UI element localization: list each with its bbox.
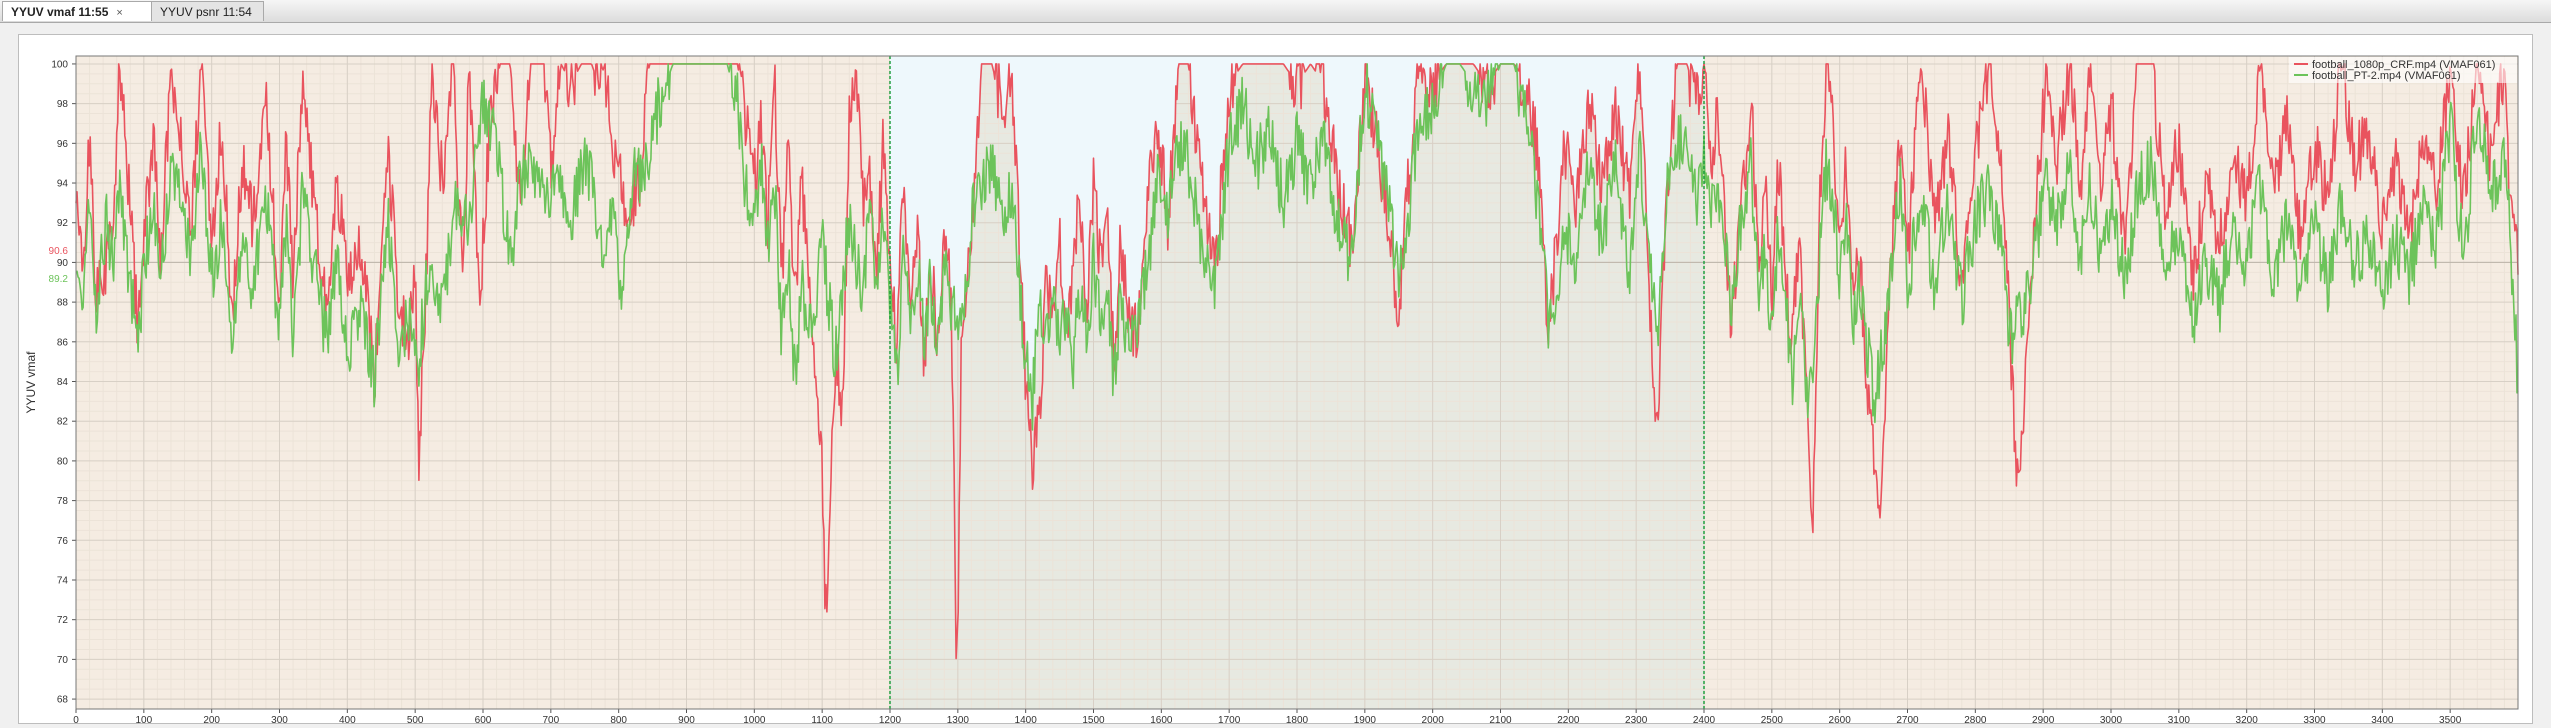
- y-tick-label: 82: [57, 417, 69, 428]
- x-tick-label: 1300: [947, 715, 970, 723]
- x-tick-label: 300: [271, 715, 288, 723]
- vmaf-chart[interactable]: 0 100 200 300 400 500 600 700 800 900 1000 1100 1200…: [19, 35, 2532, 726]
- x-tick-label: 1700: [1218, 715, 1241, 723]
- y-tick-label: 90: [57, 258, 69, 269]
- y-tick-label: 98: [57, 99, 69, 110]
- y-tick-label: 100: [51, 59, 68, 70]
- y-tick-label: 94: [57, 179, 69, 190]
- x-tick-label: 1400: [1015, 715, 1038, 723]
- y-tick-label: 86: [57, 337, 69, 348]
- x-tick-label: 800: [610, 715, 627, 723]
- x-tick-label: 500: [407, 715, 424, 723]
- x-tick-label: 3400: [2371, 715, 2394, 723]
- x-tick-label: 3000: [2100, 715, 2123, 723]
- y-tick-label: 96: [57, 139, 69, 150]
- x-tick-label: 3500: [2439, 715, 2462, 723]
- tab-yyuv-vmaf-label: YYUV vmaf 11:55: [11, 5, 109, 19]
- x-tick-label: 200: [203, 715, 220, 723]
- x-tick-label: 2800: [1964, 715, 1987, 723]
- legend-entry: football_PT-2.mp4 (VMAF061): [2312, 70, 2461, 82]
- y-axis-label: YYUV vmaf: [24, 351, 38, 414]
- x-tick-label: 1900: [1354, 715, 1377, 723]
- y-tick-label: 80: [57, 456, 69, 467]
- x-tick-label: 2600: [1829, 715, 1852, 723]
- x-tick-label: 1800: [1286, 715, 1309, 723]
- chart-panel: 0 100 200 300 400 500 600 700 800 900 1000 1100 1200…: [18, 34, 2533, 726]
- x-tick-label: 0: [73, 715, 79, 723]
- x-tick-label: 2100: [1489, 715, 1512, 723]
- y-tick-label: 88: [57, 298, 69, 309]
- y-tick-label: 84: [57, 377, 69, 388]
- x-tick-label: 600: [475, 715, 492, 723]
- x-tick-label: 1200: [879, 715, 902, 723]
- x-tick-label: 100: [135, 715, 152, 723]
- x-tick-label: 700: [542, 715, 559, 723]
- x-tick-label: 2200: [1557, 715, 1580, 723]
- x-tick-label: 2300: [1625, 715, 1648, 723]
- y-tick-label: 68: [57, 695, 69, 706]
- y-tick-label: 78: [57, 496, 69, 507]
- x-tick-label: 400: [339, 715, 356, 723]
- x-tick-label: 1600: [1150, 715, 1173, 723]
- x-tick-label: 2900: [2032, 715, 2055, 723]
- x-tick-label: 3300: [2303, 715, 2326, 723]
- current-value-marker: 90.6: [49, 246, 69, 257]
- x-tick-label: 900: [678, 715, 695, 723]
- x-tick-label: 2400: [1693, 715, 1716, 723]
- x-tick-label: 2000: [1422, 715, 1445, 723]
- current-value-marker: 89.2: [49, 274, 69, 285]
- x-tick-label: 2700: [1896, 715, 1919, 723]
- y-tick-label: 72: [57, 615, 69, 626]
- tab-yyuv-psnr[interactable]: YYUV psnr 11:54: [151, 1, 264, 21]
- x-tick-label: 1000: [743, 715, 766, 723]
- y-tick-label: 76: [57, 536, 69, 547]
- tab-yyuv-vmaf[interactable]: YYUV vmaf 11:55 ×: [2, 1, 152, 21]
- x-tick-label: 1100: [811, 715, 833, 723]
- y-tick-label: 74: [57, 575, 69, 586]
- x-tick-label: 3200: [2236, 715, 2259, 723]
- x-tick-label: 1500: [1082, 715, 1105, 723]
- tab-yyuv-psnr-label: YYUV psnr 11:54: [160, 5, 252, 19]
- x-tick-label: 3100: [2168, 715, 2191, 723]
- close-icon[interactable]: ×: [116, 7, 122, 19]
- tab-bar: YYUV vmaf 11:55 × YYUV psnr 11:54: [0, 0, 2551, 23]
- x-tick-label: 2500: [1761, 715, 1784, 723]
- y-tick-label: 70: [57, 655, 69, 666]
- y-tick-label: 92: [57, 218, 69, 229]
